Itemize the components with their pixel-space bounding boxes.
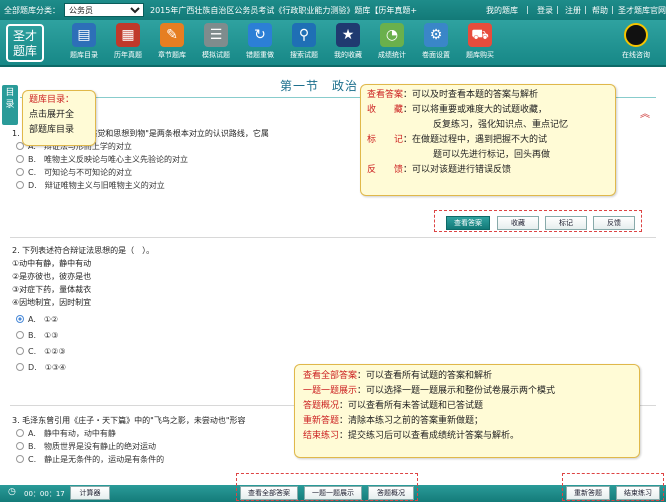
question-2: 2. 下列表述符合辩证法思想的是（ ）。 ①动中有静，静中有动 ②是亦彼也，彼亦…	[12, 244, 652, 374]
catalog-icon: ▤	[72, 23, 96, 47]
qq-penguin-icon	[624, 23, 648, 47]
statement-line: ③对症下药，量体裁衣	[12, 285, 92, 294]
toolbar-search-button[interactable]: ⚲ 搜索试题	[284, 23, 324, 60]
statement-line: ①动中有静，静中有动	[12, 259, 92, 268]
main-toolbar: 圣才 题库 ▤ 题库目录 ▦ 历年真题 ✎ 章节题库 ☰ 模拟试题 ↻ 错题重做 ⚲ 搜索试题 ★ 我的收…	[0, 20, 666, 67]
question-divider	[10, 237, 656, 238]
catalog-tip: 题库目录： 点击展开全 部题库目录	[22, 90, 96, 146]
bottom-right-highlight	[562, 473, 664, 501]
online-consult-button[interactable]: 在线咨询	[616, 23, 656, 60]
collapse-icon[interactable]: ︽	[640, 105, 650, 120]
toolbar-cart-button[interactable]: ⛟ 题库购买	[460, 23, 500, 60]
option-b[interactable]: B. ①③	[12, 329, 652, 342]
redo-icon: ↻	[248, 23, 272, 47]
toolbar-catalog-button[interactable]: ▤ 题库目录	[64, 23, 104, 60]
login-link[interactable]: 登录	[537, 5, 553, 16]
category-label: 全部题库分类：	[4, 6, 60, 15]
option-a[interactable]: A. ①②	[12, 313, 652, 326]
toolbar-redo-button[interactable]: ↻ 错题重做	[240, 23, 280, 60]
toolbar-past-exam-button[interactable]: ▦ 历年真题	[108, 23, 148, 60]
question-stem: 2. 下列表述符合辩证法思想的是（ ）。	[12, 246, 155, 255]
official-site-link[interactable]: 圣才题库官网	[618, 5, 666, 16]
toolbar-chapter-button[interactable]: ✎ 章节题库	[152, 23, 192, 60]
toolbar-stats-button[interactable]: ◔ 成绩统计	[372, 23, 412, 60]
timer: 00：00：17	[24, 490, 65, 498]
bottom-left-highlight	[236, 473, 418, 501]
catalog-side-tab[interactable]: 目录	[2, 85, 18, 125]
section-title: 第一节 政治	[280, 79, 359, 93]
favorite-button[interactable]: 收藏	[497, 216, 539, 230]
register-link[interactable]: 注册	[565, 5, 581, 16]
toolbar-mock-test-button[interactable]: ☰ 模拟试题	[196, 23, 236, 60]
feedback-button[interactable]: 反馈	[593, 216, 635, 230]
option-c[interactable]: C. ①②③	[12, 345, 652, 358]
chapter-icon: ✎	[160, 23, 184, 47]
cart-icon: ⛟	[468, 23, 492, 47]
my-library-link[interactable]: 我的题库	[486, 5, 518, 16]
answer-tools-tip: 查看答案：可以及时查看本题的答案与解析 收 藏：可以将重要或难度大的试题收藏， …	[360, 84, 616, 196]
clock-icon: ◷	[8, 487, 16, 497]
view-answer-button[interactable]: 查看答案	[446, 216, 490, 230]
search-icon: ⚲	[292, 23, 316, 47]
help-link[interactable]: 帮助	[592, 5, 608, 16]
app-logo: 圣才 题库	[6, 24, 44, 62]
exam-title: 2015年广西壮族自治区公务员考试《行政职业能力测验》题库【历年真题+	[150, 6, 418, 15]
stats-icon: ◔	[380, 23, 404, 47]
toolbar-settings-button[interactable]: ⚙ 卷面设置	[416, 23, 456, 60]
category-select[interactable]: 公务员	[64, 3, 144, 17]
settings-icon: ⚙	[424, 23, 448, 47]
toolbar-favorite-button[interactable]: ★ 我的收藏	[328, 23, 368, 60]
statement-line: ②是亦彼也，彼亦是也	[12, 272, 92, 281]
past-exam-icon: ▦	[116, 23, 140, 47]
bottom-tools-tip: 查看全部答案：可以查看所有试题的答案和解析 一题一题展示：可以选择一题一题展示和…	[294, 364, 640, 458]
calculator-button[interactable]: 计算器	[70, 486, 110, 500]
top-bar: 全部题库分类： 公务员 2015年广西壮族自治区公务员考试《行政职业能力测验》题…	[0, 0, 666, 20]
statement-line: ④因地制宜，因时制宜	[12, 298, 92, 307]
favorite-icon: ★	[336, 23, 360, 47]
mark-button[interactable]: 标记	[545, 216, 587, 230]
mock-test-icon: ☰	[204, 23, 228, 47]
